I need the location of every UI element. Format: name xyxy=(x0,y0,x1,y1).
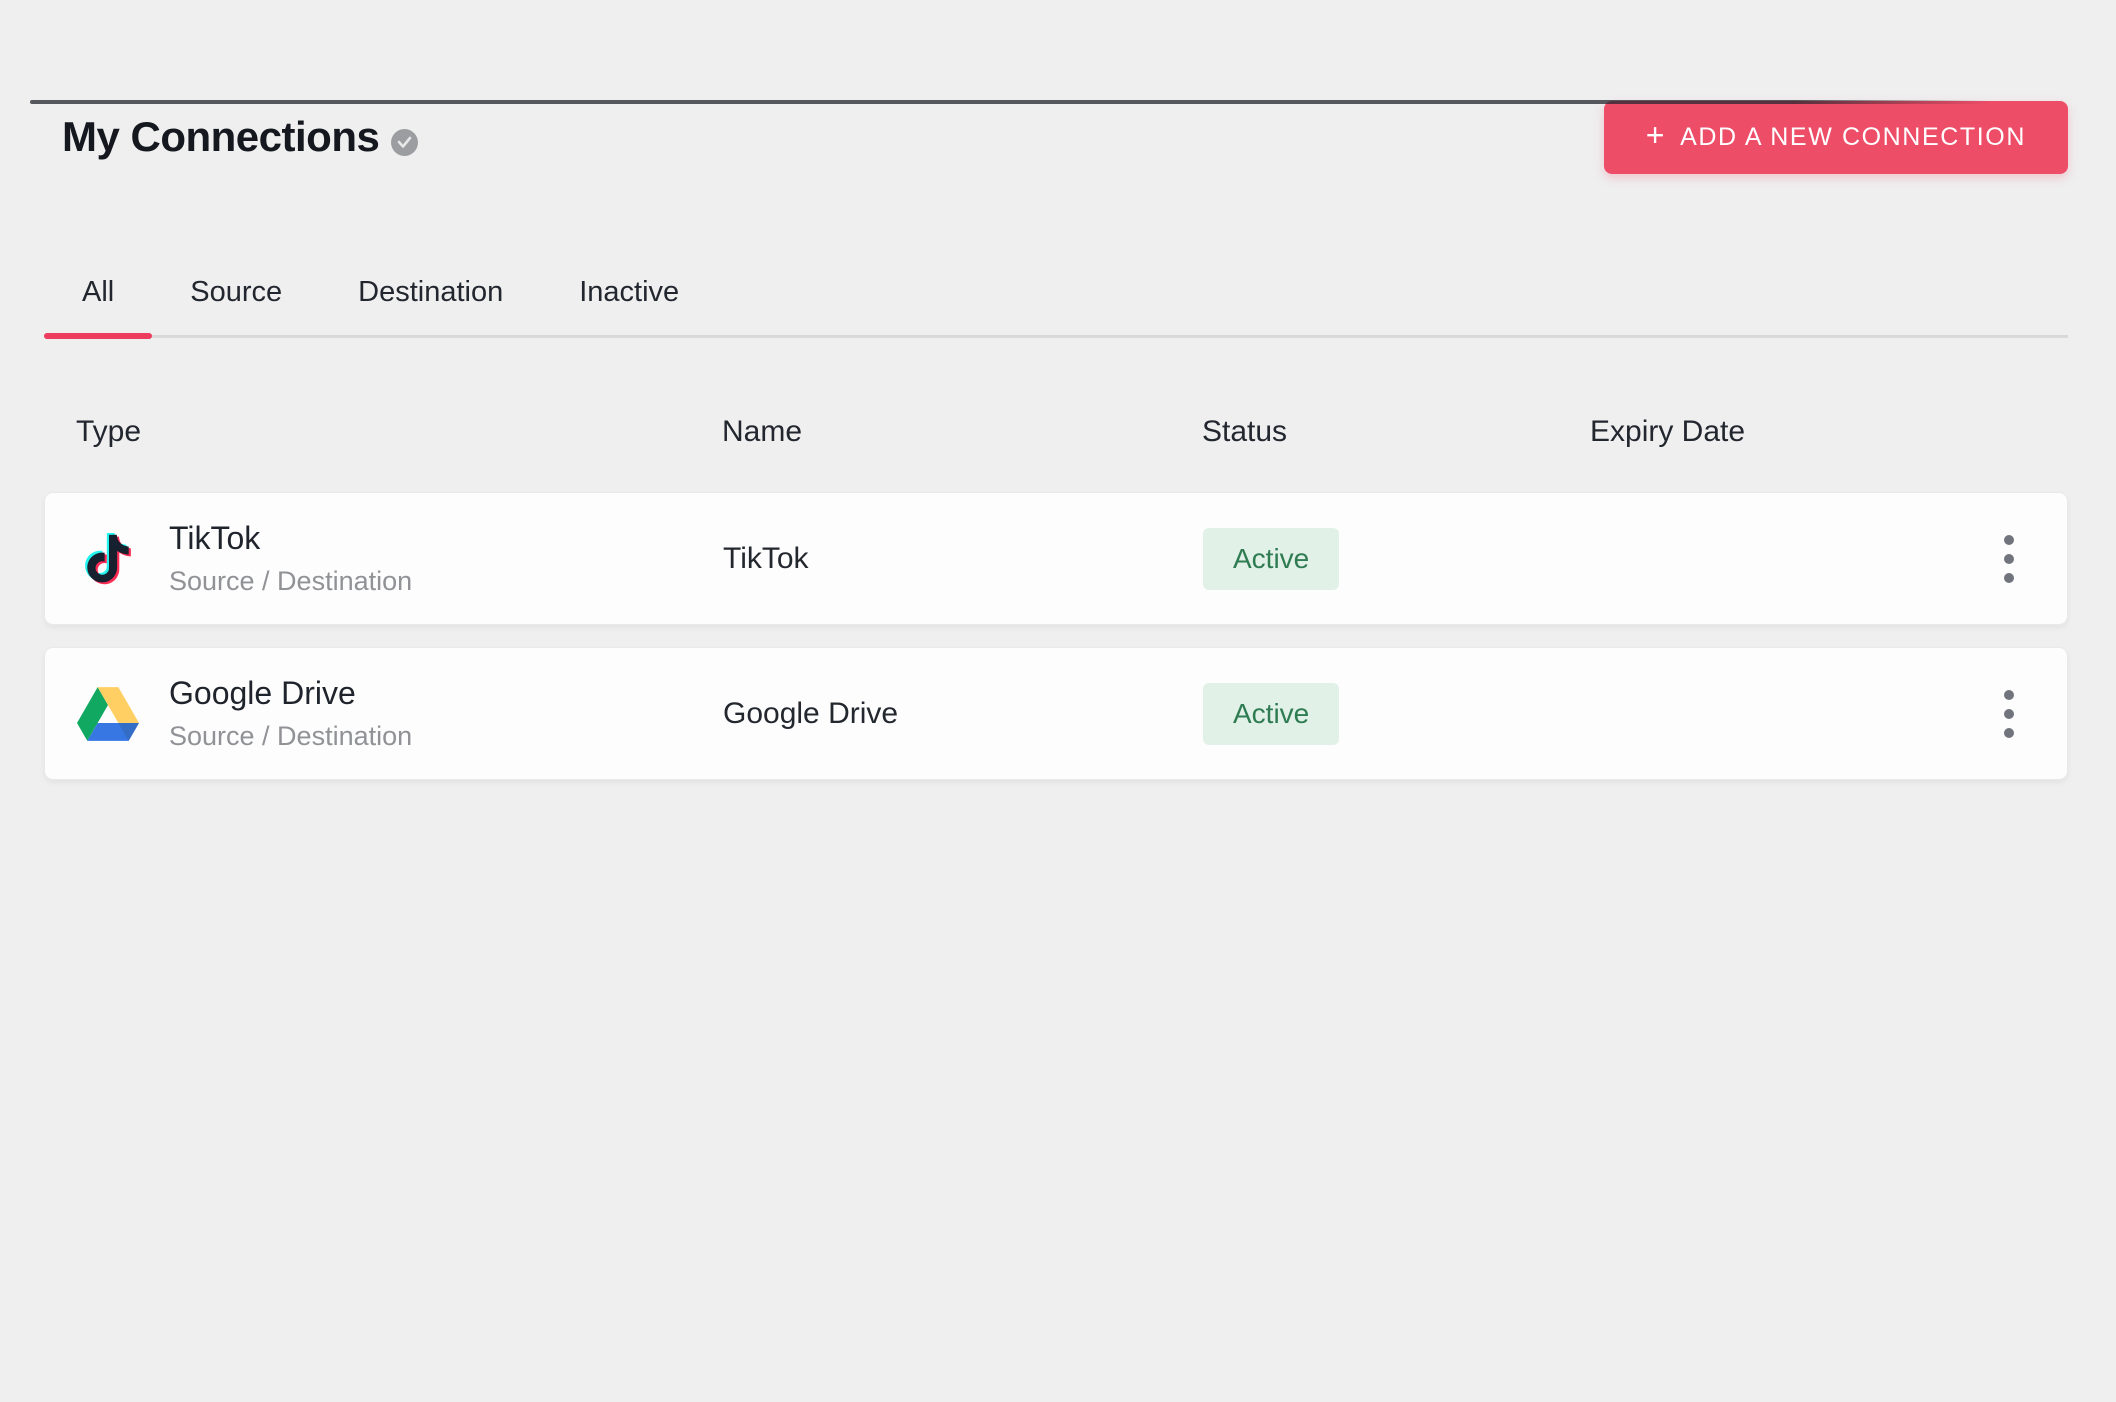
tab-source[interactable]: Source xyxy=(152,256,320,335)
connection-name: Google Drive xyxy=(723,697,1203,731)
status-badge: Active xyxy=(1203,683,1339,745)
connections-list: TikTok Source / Destination TikTok Activ… xyxy=(44,492,2068,780)
checkmark-glyph xyxy=(397,136,412,149)
page-title: My Connections xyxy=(62,113,379,161)
connection-type-title: TikTok xyxy=(169,520,412,557)
status-cell: Active xyxy=(1203,528,1591,590)
window-top-edge xyxy=(30,100,1990,104)
my-connections-page: My Connections + ADD A NEW CONNECTION Al… xyxy=(0,100,2116,780)
connection-filter-tabs: All Source Destination Inactive xyxy=(44,256,2068,338)
type-cell: Google Drive Source / Destination xyxy=(77,675,723,752)
kebab-dot xyxy=(2004,690,2014,700)
column-header-name: Name xyxy=(722,415,1202,449)
connection-type-subtitle: Source / Destination xyxy=(169,566,412,597)
connection-type-title: Google Drive xyxy=(169,675,412,712)
status-badge: Active xyxy=(1203,528,1339,590)
kebab-dot xyxy=(2004,709,2014,719)
column-header-expiry-date: Expiry Date xyxy=(1590,415,1988,449)
add-new-connection-label: ADD A NEW CONNECTION xyxy=(1680,123,2026,152)
table-row: TikTok Source / Destination TikTok Activ… xyxy=(44,492,2068,625)
row-menu-button[interactable] xyxy=(1987,524,2031,594)
table-header: Type Name Status Expiry Date xyxy=(44,400,2068,464)
check-circle-icon[interactable] xyxy=(391,129,418,156)
status-cell: Active xyxy=(1203,683,1591,745)
column-header-type: Type xyxy=(76,415,722,449)
table-row: Google Drive Source / Destination Google… xyxy=(44,647,2068,780)
type-cell: TikTok Source / Destination xyxy=(77,520,723,597)
add-new-connection-button[interactable]: + ADD A NEW CONNECTION xyxy=(1604,101,2068,174)
type-texts: TikTok Source / Destination xyxy=(169,520,412,597)
page-header: My Connections + ADD A NEW CONNECTION xyxy=(44,100,2068,174)
tab-inactive[interactable]: Inactive xyxy=(541,256,717,335)
kebab-dot xyxy=(2004,728,2014,738)
kebab-dot xyxy=(2004,573,2014,583)
title-wrap: My Connections xyxy=(62,113,418,161)
kebab-dot xyxy=(2004,535,2014,545)
connection-name: TikTok xyxy=(723,542,1203,576)
column-header-status: Status xyxy=(1202,415,1590,449)
tab-destination[interactable]: Destination xyxy=(320,256,541,335)
type-texts: Google Drive Source / Destination xyxy=(169,675,412,752)
tiktok-icon xyxy=(77,529,139,589)
tab-all[interactable]: All xyxy=(44,256,152,335)
kebab-dot xyxy=(2004,554,2014,564)
row-menu-button[interactable] xyxy=(1987,679,2031,749)
google-drive-icon xyxy=(77,686,139,742)
connection-type-subtitle: Source / Destination xyxy=(169,721,412,752)
plus-icon: + xyxy=(1646,117,1666,154)
